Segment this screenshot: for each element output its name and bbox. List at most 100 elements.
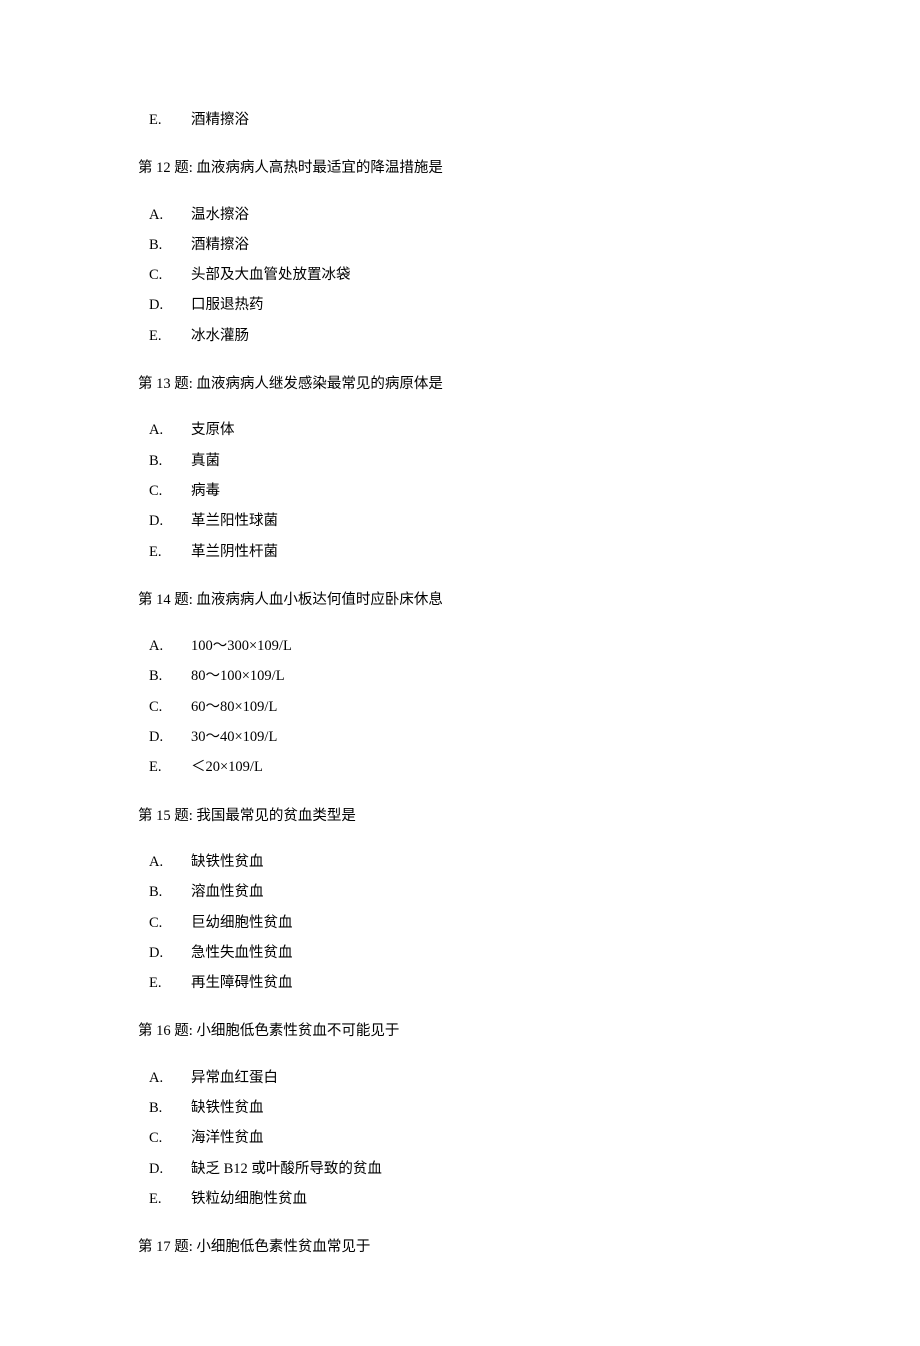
option-row: E.冰水灌肠: [138, 326, 782, 346]
option-row: C.头部及大血管处放置冰袋: [138, 265, 782, 285]
option-row: D.缺乏 B12 或叶酸所导致的贫血: [138, 1159, 782, 1179]
option-letter: B.: [149, 1098, 191, 1118]
question-number: 12: [156, 160, 171, 176]
question-number: 15: [156, 808, 171, 824]
option-letter: C.: [149, 1128, 191, 1148]
question-block: 第 14 题: 血液病病人血小板达何值时应卧床休息 A.100～300×109/L…: [138, 590, 782, 778]
option-text: 支原体: [191, 420, 782, 440]
option-letter: A.: [149, 420, 191, 440]
option-text: 铁粒幼细胞性贫血: [191, 1189, 782, 1209]
question-number: 14: [156, 592, 171, 608]
question-body: 血液病病人继发感染最常见的病原体是: [196, 376, 443, 392]
option-text: 海洋性贫血: [191, 1128, 782, 1148]
option-row: D.30～40×109/L: [138, 727, 782, 747]
option-letter: D.: [149, 1159, 191, 1179]
option-text: 酒精擦浴: [191, 110, 782, 130]
option-text: 急性失血性贫血: [191, 943, 782, 963]
option-letter: E.: [149, 110, 191, 130]
question-body: 我国最常见的贫血类型是: [196, 808, 356, 824]
question-text: 第 17 题: 小细胞低色素性贫血常见于: [138, 1237, 782, 1257]
option-row: B.溶血性贫血: [138, 882, 782, 902]
option-text: 再生障碍性贫血: [191, 973, 782, 993]
option-letter: A.: [149, 852, 191, 872]
option-row: E.＜20×109/L: [138, 757, 782, 777]
option-text: 100～300×109/L: [191, 636, 782, 656]
question-suffix: 题:: [171, 376, 197, 392]
option-row: A.支原体: [138, 420, 782, 440]
option-text: ＜20×109/L: [191, 757, 782, 777]
option-letter: B.: [149, 666, 191, 686]
option-letter: D.: [149, 511, 191, 531]
orphan-option-container: E. 酒精擦浴: [138, 110, 782, 130]
option-letter: A.: [149, 636, 191, 656]
option-row: A.异常血红蛋白: [138, 1068, 782, 1088]
question-text: 第 13 题: 血液病病人继发感染最常见的病原体是: [138, 374, 782, 394]
option-letter: E.: [149, 1189, 191, 1209]
option-row: E. 酒精擦浴: [138, 110, 782, 130]
option-text: 60～80×109/L: [191, 697, 782, 717]
option-row: B.真菌: [138, 451, 782, 471]
option-letter: C.: [149, 481, 191, 501]
question-text: 第 14 题: 血液病病人血小板达何值时应卧床休息: [138, 590, 782, 610]
option-row: D.口服退热药: [138, 295, 782, 315]
question-number: 17: [156, 1239, 171, 1255]
question-prefix: 第: [138, 808, 156, 824]
question-suffix: 题:: [171, 808, 197, 824]
question-number: 16: [156, 1023, 171, 1039]
option-row: E.再生障碍性贫血: [138, 973, 782, 993]
option-letter: C.: [149, 913, 191, 933]
option-row: E.革兰阴性杆菌: [138, 542, 782, 562]
option-text: 口服退热药: [191, 295, 782, 315]
question-suffix: 题:: [171, 1023, 197, 1039]
question-body: 血液病病人血小板达何值时应卧床休息: [196, 592, 443, 608]
question-prefix: 第: [138, 592, 156, 608]
option-text: 缺铁性贫血: [191, 852, 782, 872]
option-letter: D.: [149, 943, 191, 963]
question-block: 第 12 题: 血液病病人高热时最适宜的降温措施是 A.温水擦浴 B.酒精擦浴 C.头…: [138, 158, 782, 346]
question-prefix: 第: [138, 1023, 156, 1039]
option-row: A.温水擦浴: [138, 205, 782, 225]
option-text: 真菌: [191, 451, 782, 471]
option-letter: D.: [149, 727, 191, 747]
option-text: 革兰阴性杆菌: [191, 542, 782, 562]
question-text: 第 12 题: 血液病病人高热时最适宜的降温措施是: [138, 158, 782, 178]
question-number: 13: [156, 376, 171, 392]
option-letter: A.: [149, 1068, 191, 1088]
option-text: 冰水灌肠: [191, 326, 782, 346]
option-row: C.海洋性贫血: [138, 1128, 782, 1148]
option-letter: C.: [149, 697, 191, 717]
option-text: 80～100×109/L: [191, 666, 782, 686]
option-row: A.缺铁性贫血: [138, 852, 782, 872]
question-block: 第 15 题: 我国最常见的贫血类型是 A.缺铁性贫血 B.溶血性贫血 C.巨幼细胞性…: [138, 806, 782, 994]
option-row: C.60～80×109/L: [138, 697, 782, 717]
option-letter: E.: [149, 542, 191, 562]
question-body: 小细胞低色素性贫血不可能见于: [196, 1023, 399, 1039]
option-text: 溶血性贫血: [191, 882, 782, 902]
option-text: 30～40×109/L: [191, 727, 782, 747]
option-text: 缺乏 B12 或叶酸所导致的贫血: [191, 1159, 782, 1179]
option-letter: E.: [149, 326, 191, 346]
option-letter: D.: [149, 295, 191, 315]
option-letter: E.: [149, 757, 191, 777]
question-prefix: 第: [138, 376, 156, 392]
question-text: 第 16 题: 小细胞低色素性贫血不可能见于: [138, 1021, 782, 1041]
option-row: C.病毒: [138, 481, 782, 501]
question-body: 小细胞低色素性贫血常见于: [196, 1239, 370, 1255]
question-block: 第 13 题: 血液病病人继发感染最常见的病原体是 A.支原体 B.真菌 C.病毒 D.…: [138, 374, 782, 562]
question-body: 血液病病人高热时最适宜的降温措施是: [196, 160, 443, 176]
option-text: 革兰阳性球菌: [191, 511, 782, 531]
option-row: D.急性失血性贫血: [138, 943, 782, 963]
option-row: C.巨幼细胞性贫血: [138, 913, 782, 933]
question-text: 第 15 题: 我国最常见的贫血类型是: [138, 806, 782, 826]
option-text: 酒精擦浴: [191, 235, 782, 255]
option-text: 温水擦浴: [191, 205, 782, 225]
question-suffix: 题:: [171, 1239, 197, 1255]
questions-container: 第 12 题: 血液病病人高热时最适宜的降温措施是A.温水擦浴B.酒精擦浴C.头…: [138, 158, 782, 1257]
option-row: D.革兰阳性球菌: [138, 511, 782, 531]
option-letter: C.: [149, 265, 191, 285]
option-row: A.100～300×109/L: [138, 636, 782, 656]
option-text: 缺铁性贫血: [191, 1098, 782, 1118]
question-block: 第 17 题: 小细胞低色素性贫血常见于: [138, 1237, 782, 1257]
option-letter: B.: [149, 235, 191, 255]
question-block: 第 16 题: 小细胞低色素性贫血不可能见于A.异常血红蛋白B.缺铁性贫血C.海…: [138, 1021, 782, 1209]
